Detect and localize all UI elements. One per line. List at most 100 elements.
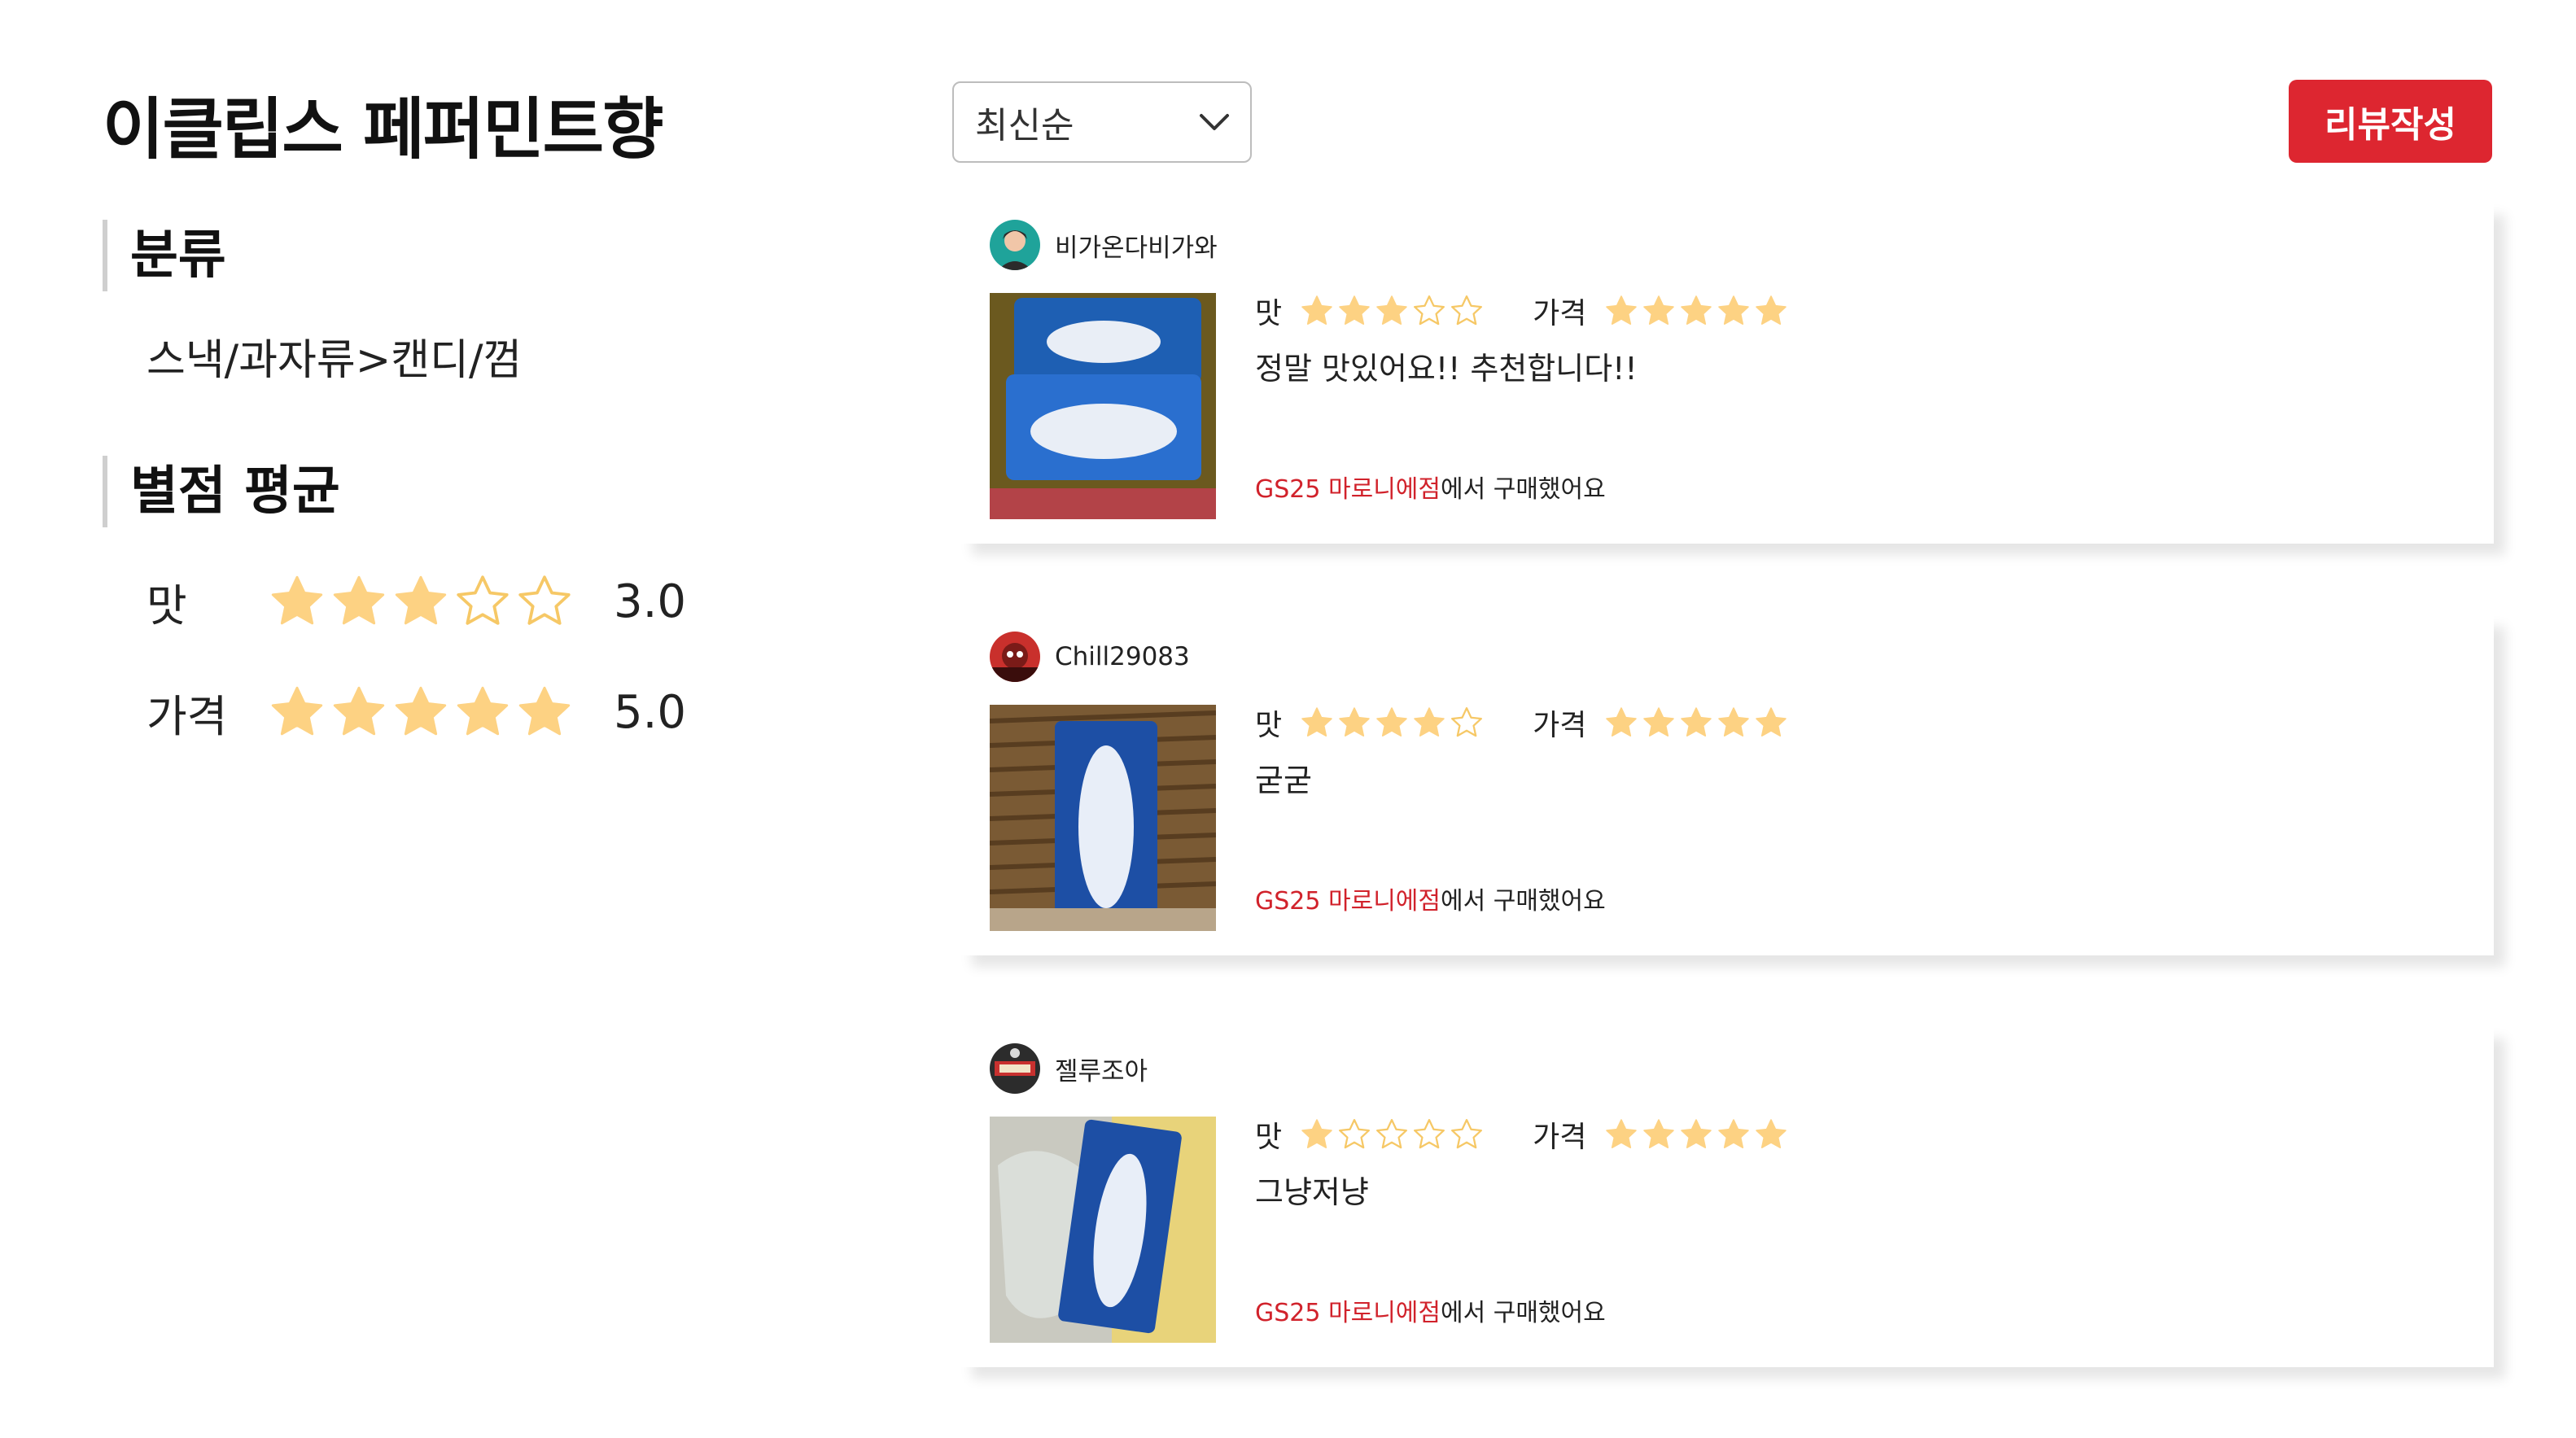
star-filled-icon [271, 686, 323, 736]
star-filled-icon [1301, 1119, 1332, 1148]
taste-label: 맛 [1255, 1121, 1283, 1154]
average-taste-row: 맛 3.0 [147, 565, 686, 638]
taste-stars [1300, 706, 1484, 740]
star-filled-icon [1339, 295, 1370, 325]
category-section: 분류 스낵/과자류>캔디/껌 [103, 220, 522, 387]
average-price-stars [269, 684, 573, 741]
store-name[interactable]: GS25 마로니에점 [1255, 475, 1441, 504]
reviewer-name[interactable]: Chill29083 [1055, 642, 1190, 671]
review-photo[interactable] [990, 293, 1216, 519]
taste-label: 맛 [1255, 297, 1283, 330]
reviewer-name[interactable]: 비가온다비가와 [1055, 227, 1218, 264]
review-card: Chill29083 맛 가격 굳굳 GS25 마로니에점에서 구매했어요 [960, 615, 2494, 955]
star-filled-icon [1681, 707, 1712, 736]
reviewer-info: 비가온다비가와 [990, 220, 1218, 270]
review-text: 굳굳 [1255, 763, 1312, 798]
star-filled-icon [1606, 707, 1638, 736]
star-empty-icon [1451, 707, 1483, 737]
price-stars [1604, 706, 1788, 740]
reviewer-name[interactable]: 젤루조아 [1055, 1051, 1148, 1087]
star-empty-icon [1414, 1119, 1445, 1149]
review-ratings: 맛 가격 [1255, 1108, 2394, 1160]
review-photo[interactable] [990, 1117, 1216, 1343]
average-taste-label: 맛 [147, 579, 187, 632]
star-empty-icon [1414, 295, 1445, 326]
star-filled-icon [1756, 295, 1787, 325]
star-filled-icon [395, 686, 447, 736]
star-filled-icon [1643, 1119, 1675, 1148]
rating-average-section: 별점 평균 [103, 456, 340, 527]
purchase-suffix: 에서 구매했어요 [1441, 887, 1606, 916]
product-title: 이클립스 페퍼민트향 [103, 91, 664, 168]
reviewer-info: Chill29083 [990, 632, 1190, 682]
star-filled-icon [1606, 1119, 1638, 1148]
review-text: 정말 맛있어요!! 추천합니다!! [1255, 351, 1638, 387]
average-taste-stars [269, 573, 573, 630]
purchase-info: GS25 마로니에점에서 구매했어요 [1255, 469, 1606, 505]
review-ratings: 맛 가격 [1255, 285, 2394, 337]
star-filled-icon [1301, 707, 1332, 736]
star-filled-icon [1376, 295, 1407, 325]
taste-label: 맛 [1255, 709, 1283, 742]
category-path: 스낵/과자류>캔디/껌 [147, 336, 523, 385]
average-price-value: 5.0 [614, 685, 687, 739]
store-name[interactable]: GS25 마로니에점 [1255, 1299, 1441, 1327]
star-filled-icon [518, 686, 571, 736]
star-filled-icon [333, 575, 385, 625]
star-filled-icon [1756, 1119, 1787, 1148]
average-taste-value: 3.0 [614, 575, 687, 628]
review-photo[interactable] [990, 705, 1216, 931]
purchase-info: GS25 마로니에점에서 구매했어요 [1255, 881, 1606, 916]
star-empty-icon [457, 575, 509, 625]
reviewer-info: 젤루조아 [990, 1043, 1148, 1094]
star-filled-icon [1718, 1119, 1750, 1148]
avatar[interactable] [990, 632, 1040, 682]
star-filled-icon [1718, 295, 1750, 325]
star-filled-icon [1606, 295, 1638, 325]
star-filled-icon [333, 686, 385, 736]
star-empty-icon [1451, 295, 1483, 326]
average-price-label: 가격 [147, 690, 228, 742]
star-filled-icon [395, 575, 447, 625]
sort-select[interactable]: 최신순 [952, 81, 1252, 163]
review-ratings: 맛 가격 [1255, 697, 2394, 749]
star-empty-icon [1451, 1119, 1483, 1149]
star-empty-icon [1376, 1119, 1408, 1149]
star-empty-icon [1339, 1119, 1371, 1149]
taste-stars [1300, 1117, 1484, 1152]
star-filled-icon [1339, 707, 1370, 736]
star-empty-icon [518, 575, 571, 625]
review-body: 맛 가격 정말 맛있어요!! 추천합니다!! GS25 마로니에점에서 구매했어… [1255, 285, 2394, 521]
chevron-down-icon [1200, 114, 1229, 130]
star-filled-icon [1681, 1119, 1712, 1148]
write-review-button[interactable]: 리뷰작성 [2289, 80, 2492, 163]
price-label: 가격 [1533, 297, 1587, 330]
sort-selected-value: 최신순 [975, 105, 1074, 146]
review-card: 비가온다비가와 맛 가격 정말 맛있어요!! 추천합니다!! GS25 마로니에… [960, 203, 2494, 544]
category-heading: 분류 [103, 220, 522, 291]
price-stars [1604, 1117, 1788, 1152]
review-body: 맛 가격 그냥저냥 GS25 마로니에점에서 구매했어요 [1255, 1108, 2394, 1344]
taste-stars [1300, 294, 1484, 328]
avatar[interactable] [990, 1043, 1040, 1094]
price-label: 가격 [1533, 1121, 1587, 1154]
star-filled-icon [1301, 295, 1332, 325]
star-filled-icon [457, 686, 509, 736]
purchase-suffix: 에서 구매했어요 [1441, 1299, 1606, 1327]
star-filled-icon [1756, 707, 1787, 736]
star-filled-icon [1643, 707, 1675, 736]
price-stars [1604, 294, 1788, 328]
star-filled-icon [1718, 707, 1750, 736]
avatar[interactable] [990, 220, 1040, 270]
review-text: 그냥저냥 [1255, 1174, 1369, 1210]
star-filled-icon [1643, 295, 1675, 325]
purchase-info: GS25 마로니에점에서 구매했어요 [1255, 1292, 1606, 1328]
average-price-row: 가격 5.0 [147, 675, 686, 749]
purchase-suffix: 에서 구매했어요 [1441, 475, 1606, 504]
star-filled-icon [271, 575, 323, 625]
price-label: 가격 [1533, 709, 1587, 742]
store-name[interactable]: GS25 마로니에점 [1255, 887, 1441, 916]
rating-average-heading: 별점 평균 [103, 456, 340, 527]
review-card: 젤루조아 맛 가격 그냥저냥 GS25 마로니에점에서 구매했어요 [960, 1027, 2494, 1367]
review-body: 맛 가격 굳굳 GS25 마로니에점에서 구매했어요 [1255, 697, 2394, 933]
